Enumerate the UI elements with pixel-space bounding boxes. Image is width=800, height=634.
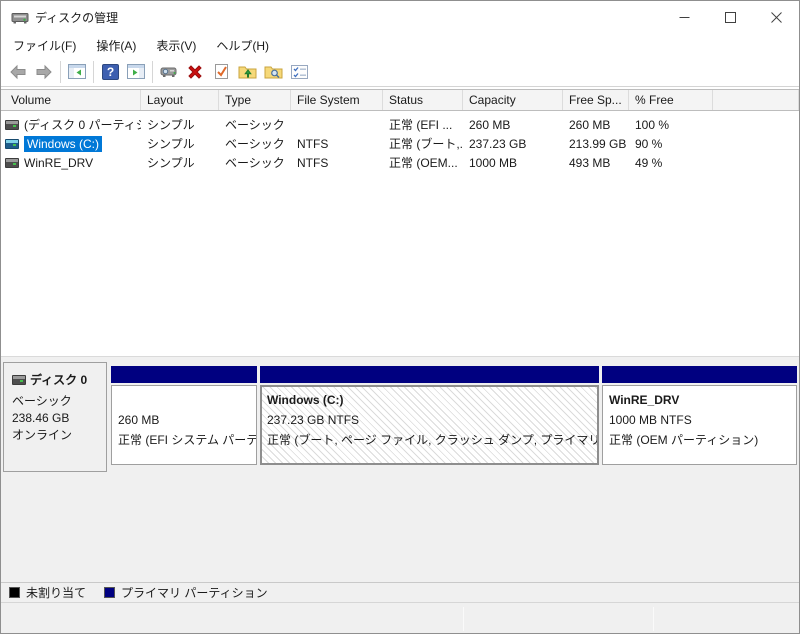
volume-free: 260 MB — [569, 117, 611, 132]
legend-swatch-unallocated — [9, 587, 20, 598]
volume-status: 正常 (ブート,... — [389, 137, 463, 151]
details-checklist-icon[interactable] — [286, 60, 312, 84]
properties-icon[interactable] — [208, 60, 234, 84]
menu-file[interactable]: ファイル(F) — [3, 34, 86, 57]
toolbar-separator — [60, 60, 61, 83]
explore-folder-icon[interactable] — [260, 60, 286, 84]
menu-action[interactable]: 操作(A) — [86, 34, 146, 57]
partition-status: 正常 (OEM パーティション) — [609, 433, 759, 447]
volume-pct-free: 90 % — [635, 136, 663, 151]
folder-up-icon[interactable] — [234, 60, 260, 84]
svg-text:?: ? — [106, 65, 113, 79]
volume-name: Windows (C:) — [24, 135, 103, 152]
menu-view[interactable]: 表示(V) — [146, 34, 206, 57]
help-icon[interactable]: ? — [97, 60, 123, 84]
volume-layout: シンプル — [147, 118, 195, 132]
legend-swatch-primary-partition — [104, 587, 116, 598]
column-header-volume[interactable]: Volume — [1, 90, 141, 110]
partition-status: 正常 (EFI システム パーティシ — [118, 433, 256, 447]
legend-label-unallocated: 未割り当て — [26, 586, 87, 600]
toolbar: ? — [1, 57, 799, 87]
status-bar — [1, 602, 799, 633]
volume-name: (ディスク 0 パーティショ... — [24, 118, 141, 132]
column-header-filler — [713, 90, 799, 110]
menu-help[interactable]: ヘルプ(H) — [206, 34, 279, 57]
disk-type: ベーシック — [12, 394, 72, 408]
volume-pct-free: 100 % — [635, 117, 670, 132]
disk0-info-panel[interactable]: ディスク 0 ベーシック 238.46 GB オンライン — [3, 362, 107, 472]
show-console-tree-icon[interactable] — [64, 60, 90, 84]
volume-fs: NTFS — [297, 155, 329, 170]
partition-title — [118, 390, 256, 410]
device-view-icon[interactable] — [156, 60, 182, 84]
column-header-capacity[interactable]: Capacity — [463, 90, 563, 110]
disk-management-window: ディスクの管理 ファイル(F) 操作(A) 表示(V) ヘルプ(H) ? Vol… — [0, 0, 800, 634]
partition-color-bar — [111, 366, 257, 383]
minimize-button[interactable] — [661, 1, 707, 33]
disk-management-app-icon — [11, 10, 29, 25]
disk-icon — [12, 374, 26, 385]
volume-drive-icon — [5, 138, 19, 149]
status-bar-divider — [653, 607, 654, 631]
partition-title: Windows (C:) — [267, 393, 344, 407]
column-header-free-space[interactable]: Free Sp... — [563, 90, 629, 110]
partition-color-bar — [260, 366, 599, 383]
column-header-file-system[interactable]: File System — [291, 90, 383, 110]
table-row[interactable]: (ディスク 0 パーティショ... シンプル ベーシック 正常 (EFI ...… — [1, 115, 799, 134]
volume-type: ベーシック — [225, 118, 285, 132]
legend-label-primary-partition: プライマリ パーティション — [121, 586, 268, 600]
column-header-layout[interactable]: Layout — [141, 90, 219, 110]
partition-windows-c-selected[interactable]: Windows (C:) 237.23 GB NTFS 正常 (ブート, ページ… — [260, 366, 599, 465]
delete-volume-icon[interactable] — [182, 60, 208, 84]
volume-capacity: 260 MB — [469, 117, 511, 132]
volume-free: 493 MB — [569, 155, 611, 170]
toolbar-separator — [93, 60, 94, 83]
volume-list: Volume Layout Type File System Status Ca… — [1, 87, 799, 356]
legend: 未割り当て プライマリ パーティション — [1, 582, 799, 602]
partition-status: 正常 (ブート, ページ ファイル, クラッシュ ダンプ, プライマリ パーティ… — [267, 433, 597, 447]
close-button[interactable] — [753, 1, 799, 33]
column-header-status[interactable]: Status — [383, 90, 463, 110]
partition-efi[interactable]: 260 MB 正常 (EFI システム パーティシ — [111, 366, 257, 465]
volume-list-header: Volume Layout Type File System Status Ca… — [1, 89, 799, 111]
volume-status: 正常 (EFI ... — [389, 118, 453, 132]
volume-type: ベーシック — [225, 156, 285, 170]
partition-size: 1000 MB NTFS — [609, 413, 692, 427]
menu-bar: ファイル(F) 操作(A) 表示(V) ヘルプ(H) — [1, 33, 799, 57]
show-action-pane-icon[interactable] — [123, 60, 149, 84]
volume-status: 正常 (OEM... — [389, 156, 458, 170]
volume-free: 213.99 GB — [569, 136, 627, 151]
volume-name: WinRE_DRV — [24, 155, 94, 170]
disk-size: 238.46 GB — [12, 411, 70, 425]
graphical-disk-view: ディスク 0 ベーシック 238.46 GB オンライン 260 MB 正常 (… — [1, 356, 799, 582]
volume-type: ベーシック — [225, 137, 285, 151]
table-row-selected[interactable]: Windows (C:) シンプル ベーシック NTFS 正常 (ブート,...… — [1, 134, 799, 153]
volume-layout: シンプル — [147, 156, 195, 170]
toolbar-separator — [152, 60, 153, 83]
forward-icon[interactable] — [31, 60, 57, 84]
volume-pct-free: 49 % — [635, 155, 663, 170]
column-header-pct-free[interactable]: % Free — [629, 90, 713, 110]
volume-drive-icon — [5, 157, 19, 168]
column-header-type[interactable]: Type — [219, 90, 291, 110]
status-bar-divider — [463, 607, 464, 631]
disk-status: オンライン — [12, 428, 73, 442]
partition-size: 237.23 GB NTFS — [267, 413, 360, 427]
disk-name: ディスク 0 — [30, 373, 88, 387]
partition-size: 260 MB — [118, 413, 160, 427]
volume-drive-icon — [5, 119, 19, 130]
maximize-button[interactable] — [707, 1, 753, 33]
title-bar: ディスクの管理 — [1, 1, 799, 33]
back-icon[interactable] — [5, 60, 31, 84]
partition-color-bar — [602, 366, 797, 383]
window-title: ディスクの管理 — [35, 10, 119, 25]
volume-layout: シンプル — [147, 137, 195, 151]
volume-fs: NTFS — [297, 136, 329, 151]
volume-capacity: 1000 MB — [469, 155, 518, 170]
partition-title: WinRE_DRV — [609, 393, 680, 407]
volume-capacity: 237.23 GB — [469, 136, 527, 151]
partition-winre[interactable]: WinRE_DRV 1000 MB NTFS 正常 (OEM パーティション) — [602, 366, 797, 465]
table-row[interactable]: WinRE_DRV シンプル ベーシック NTFS 正常 (OEM... 100… — [1, 153, 799, 172]
